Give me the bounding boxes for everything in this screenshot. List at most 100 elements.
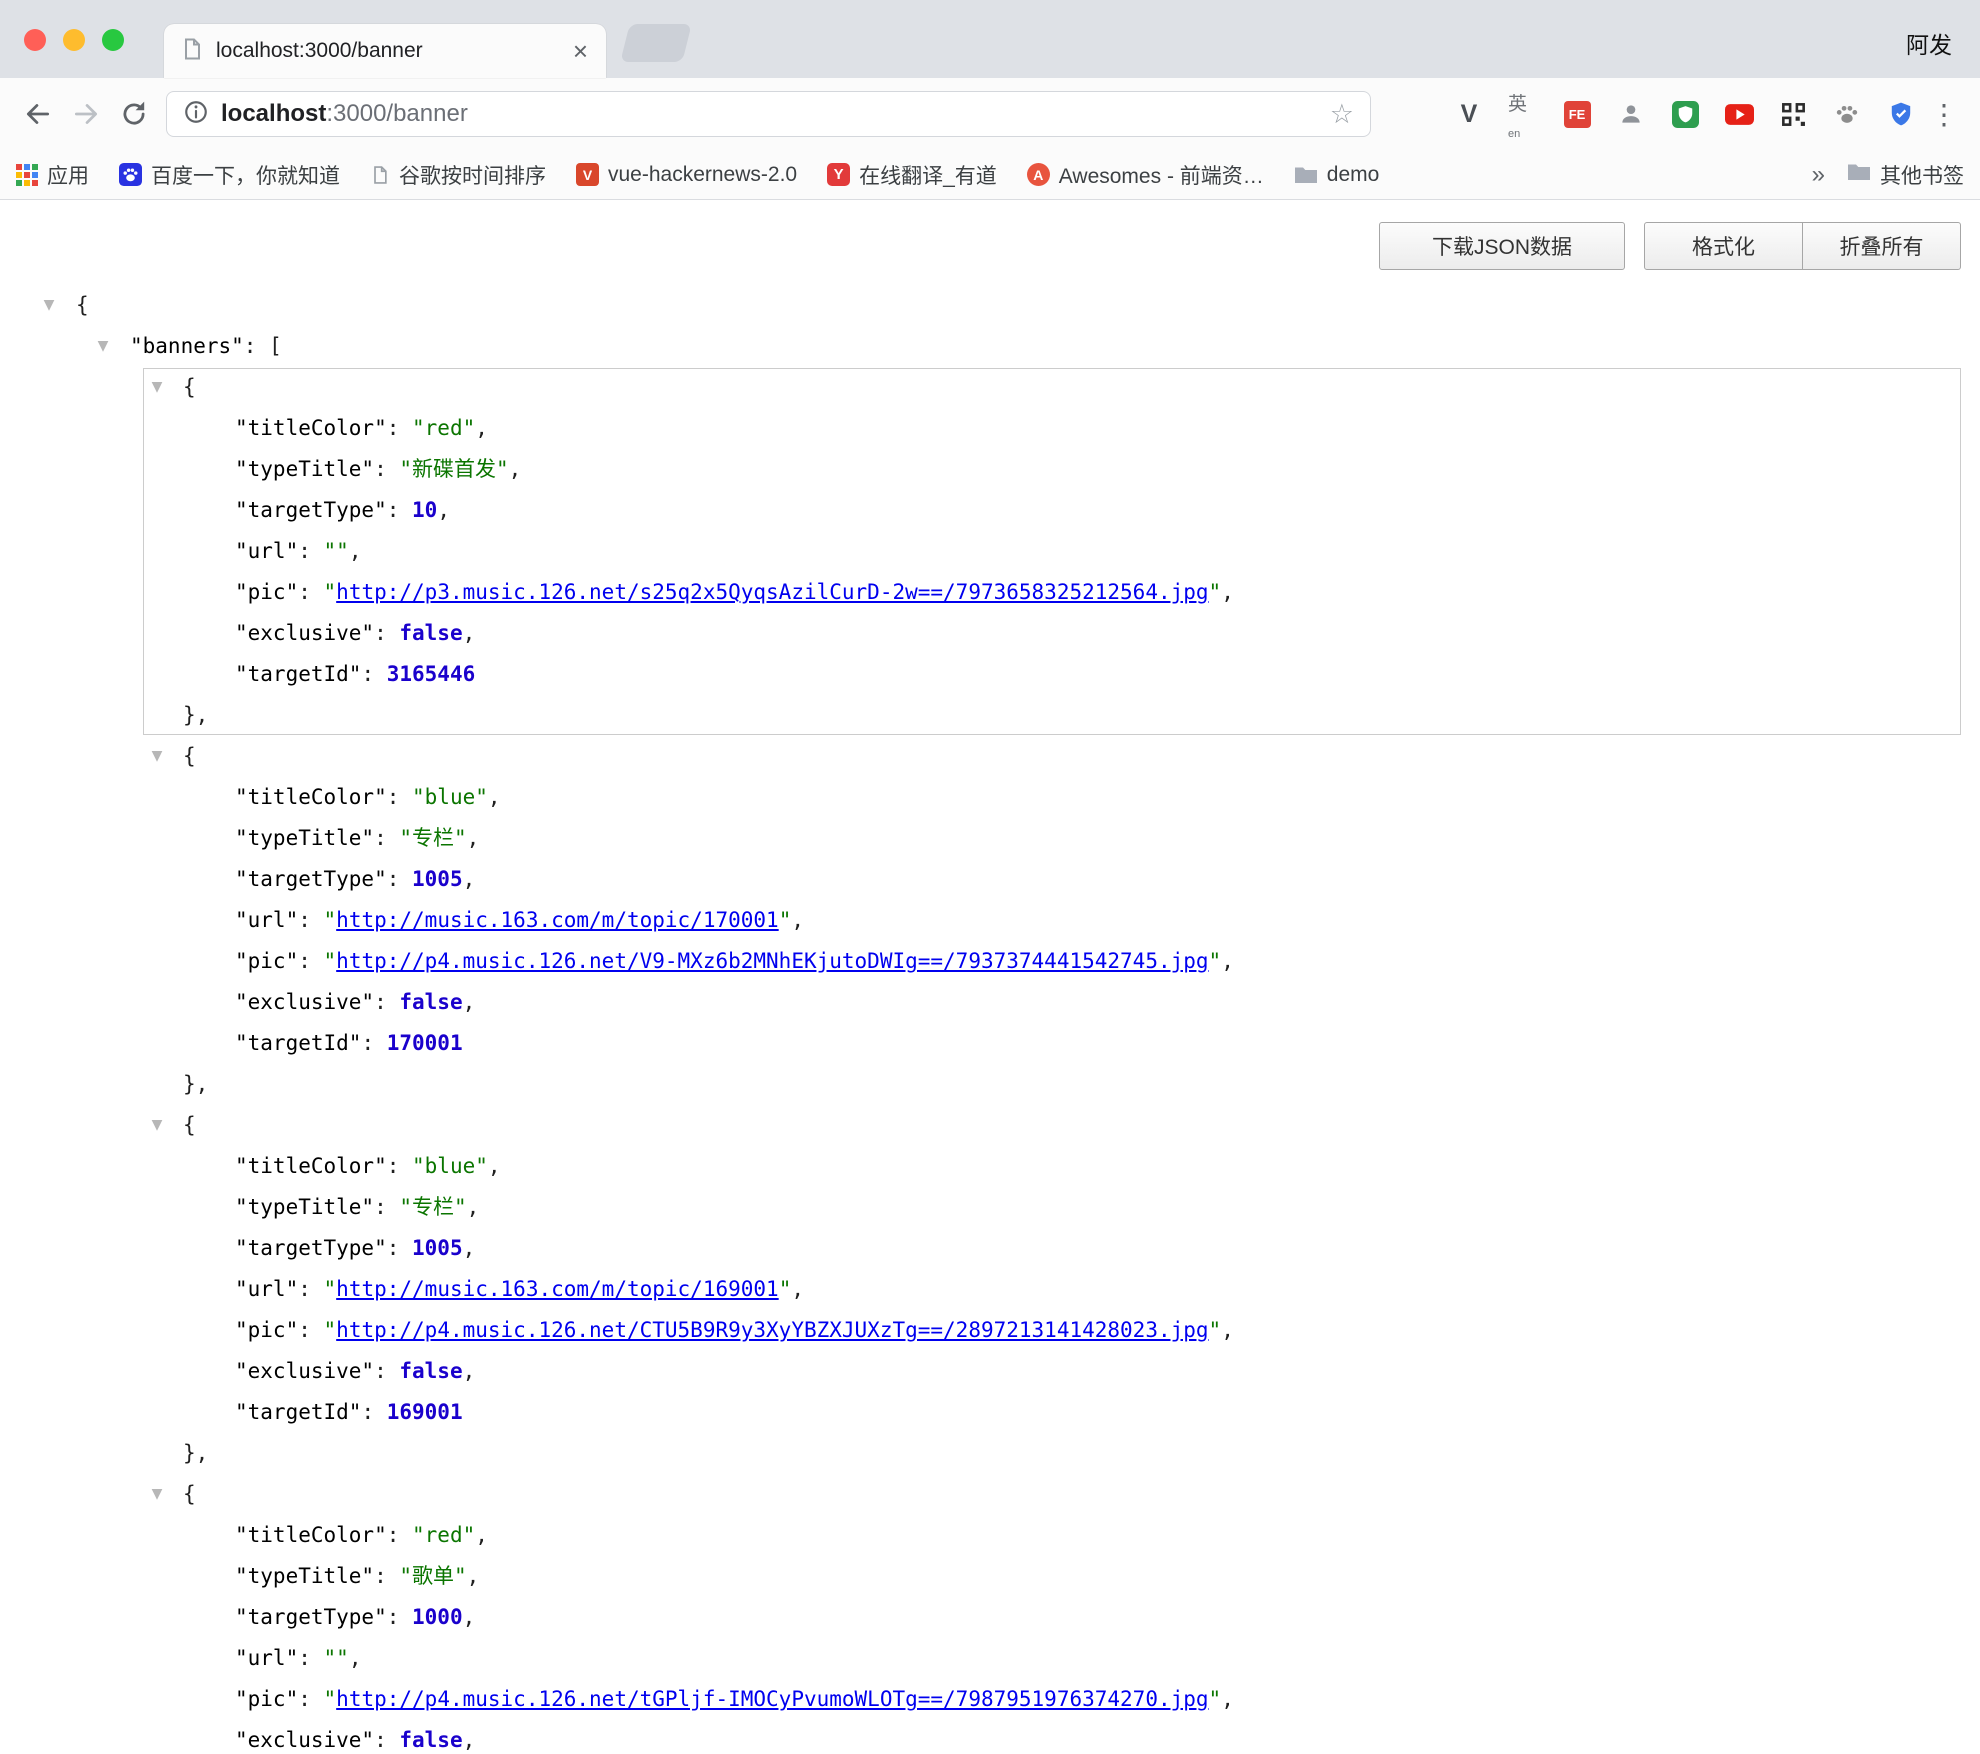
bookmark-item[interactable]: AAwesomes - 前端资…: [1027, 160, 1264, 190]
json-key: "targetType": [235, 1605, 387, 1629]
bookmark-label: 应用: [47, 160, 89, 190]
bookmark-item[interactable]: 谷歌按时间排序: [370, 160, 546, 190]
json-string-value: "": [324, 539, 349, 563]
collapse-caret-icon[interactable]: ▼: [146, 367, 168, 408]
json-string-value: "": [324, 1646, 349, 1670]
json-key: "pic": [235, 1687, 298, 1711]
tab-title: localhost:3000/banner: [216, 39, 571, 63]
json-boolean-value: false: [399, 1728, 462, 1752]
page-content: 下载JSON数据 格式化 折叠所有 ▼{▼"banners": [▼{"titl…: [0, 200, 1980, 1754]
json-key: "titleColor": [235, 416, 387, 440]
format-button[interactable]: 格式化: [1644, 222, 1803, 270]
reload-button[interactable]: [110, 90, 158, 138]
other-bookmarks-folder[interactable]: 其他书签: [1847, 160, 1964, 190]
bookmark-item[interactable]: 百度一下，你就知道: [119, 160, 340, 190]
extension-shield-check-icon[interactable]: [1886, 99, 1916, 129]
bookmark-item[interactable]: Y在线翻译_有道: [827, 160, 997, 190]
guard-icon: [1672, 101, 1699, 128]
extension-qr-code-icon[interactable]: [1778, 99, 1808, 129]
json-number-value: 1005: [412, 867, 463, 891]
json-line: "titleColor": "red",: [0, 408, 1980, 449]
titlebar: localhost:3000/banner × 阿发: [0, 0, 1980, 78]
collapse-caret-icon[interactable]: ▼: [146, 1474, 168, 1515]
json-number-value: 3165446: [387, 662, 476, 686]
bookmark-label: vue-hackernews-2.0: [608, 163, 797, 187]
vue-icon: V: [576, 163, 599, 186]
json-string-value: "red": [412, 416, 475, 440]
zoom-window-button[interactable]: [102, 29, 124, 51]
json-boolean-value: false: [399, 990, 462, 1014]
json-key: "pic": [235, 949, 298, 973]
download-json-button[interactable]: 下载JSON数据: [1379, 222, 1625, 270]
vimium-icon: V: [1461, 100, 1478, 129]
forward-button[interactable]: [62, 90, 110, 138]
folder-icon: [1294, 165, 1318, 185]
json-url-link[interactable]: http://p4.music.126.net/CTU5B9R9y3XyYBZX…: [336, 1318, 1208, 1342]
json-url-link[interactable]: http://p4.music.126.net/V9-MXz6b2MNhEKju…: [336, 949, 1208, 973]
json-key: "titleColor": [235, 785, 387, 809]
json-object: ▼{"titleColor": "blue","typeTitle": "专栏"…: [0, 736, 1980, 1105]
bookmark-item[interactable]: demo: [1294, 163, 1380, 187]
baidu-icon: [119, 163, 142, 186]
browser-menu-icon[interactable]: ⋮: [1922, 98, 1966, 131]
json-number-value: 170001: [387, 1031, 463, 1055]
site-info-icon[interactable]: [183, 99, 209, 130]
collapse-caret-icon[interactable]: ▼: [92, 326, 114, 367]
json-boolean-value: false: [399, 1359, 462, 1383]
collapse-all-button[interactable]: 折叠所有: [1802, 222, 1961, 270]
extension-youtube-icon[interactable]: [1724, 99, 1754, 129]
bookmark-star-icon[interactable]: ☆: [1330, 99, 1354, 130]
json-key: "targetId": [235, 1400, 361, 1424]
json-number-value: 1005: [412, 1236, 463, 1260]
tab-close-icon[interactable]: ×: [571, 38, 590, 64]
json-line: "url": "http://music.163.com/m/topic/169…: [0, 1269, 1980, 1310]
browser-tab[interactable]: localhost:3000/banner ×: [164, 24, 606, 78]
collapse-caret-icon[interactable]: ▼: [146, 1105, 168, 1146]
json-string-value: "专栏": [399, 1195, 466, 1219]
close-window-button[interactable]: [24, 29, 46, 51]
json-url-link[interactable]: http://music.163.com/m/topic/170001: [336, 908, 779, 932]
new-tab-button[interactable]: [620, 24, 691, 62]
minimize-window-button[interactable]: [63, 29, 85, 51]
extension-translate-icon[interactable]: 英en: [1508, 99, 1538, 129]
bookmark-items: 应用 百度一下，你就知道谷歌按时间排序 Vvue-hackernews-2.0 Y在线…: [16, 160, 1379, 190]
json-line: "exclusive": false,: [0, 1351, 1980, 1392]
json-key: "typeTitle": [235, 1195, 374, 1219]
bookmark-item[interactable]: 应用: [16, 160, 89, 190]
extension-vimium-icon[interactable]: V: [1454, 99, 1484, 129]
page-icon: [370, 164, 390, 186]
extension-paw-icon[interactable]: [1832, 99, 1862, 129]
json-line: "titleColor": "blue",: [0, 777, 1980, 818]
json-key: "exclusive": [235, 1728, 374, 1752]
json-line: "pic": "http://p4.music.126.net/CTU5B9R9…: [0, 1310, 1980, 1351]
people-icon: [1618, 101, 1644, 127]
json-url-link[interactable]: http://p3.music.126.net/s25q2x5QyqsAzilC…: [336, 580, 1208, 604]
json-line: ▼"banners": [: [0, 326, 1980, 367]
json-key: "url": [235, 908, 298, 932]
json-line: },: [0, 695, 1980, 736]
json-string-value: "blue": [412, 785, 488, 809]
json-url-link[interactable]: http://p4.music.126.net/tGPljf-IMOCyPvum…: [336, 1687, 1208, 1711]
extension-fe-icon[interactable]: FE: [1562, 99, 1592, 129]
shield-check-icon: [1888, 101, 1914, 127]
json-line: "targetType": 1005,: [0, 859, 1980, 900]
json-string-value: "blue": [412, 1154, 488, 1178]
json-number-value: 169001: [387, 1400, 463, 1424]
format-collapse-button-group: 格式化 折叠所有: [1644, 222, 1961, 270]
bookmark-label: Awesomes - 前端资…: [1059, 160, 1264, 190]
back-button[interactable]: [14, 90, 62, 138]
collapse-caret-icon[interactable]: ▼: [38, 285, 60, 326]
bookmarks-overflow-chevron[interactable]: »: [1812, 161, 1825, 189]
json-key: "banners": [130, 334, 244, 358]
extension-guard-icon[interactable]: [1670, 99, 1700, 129]
json-line: "targetType": 10,: [0, 490, 1980, 531]
url-bar[interactable]: localhost:3000/banner ☆: [166, 91, 1371, 137]
bookmark-label: 百度一下，你就知道: [151, 160, 340, 190]
json-url-link[interactable]: http://music.163.com/m/topic/169001: [336, 1277, 779, 1301]
extensions-area: V 英en FE: [1454, 99, 1922, 129]
json-tree: ▼{▼"banners": [▼{"titleColor": "red","ty…: [0, 285, 1980, 1754]
bookmark-item[interactable]: Vvue-hackernews-2.0: [576, 163, 797, 187]
collapse-caret-icon[interactable]: ▼: [146, 736, 168, 777]
profile-name: 阿发: [1906, 26, 1952, 60]
extension-people-icon[interactable]: [1616, 99, 1646, 129]
